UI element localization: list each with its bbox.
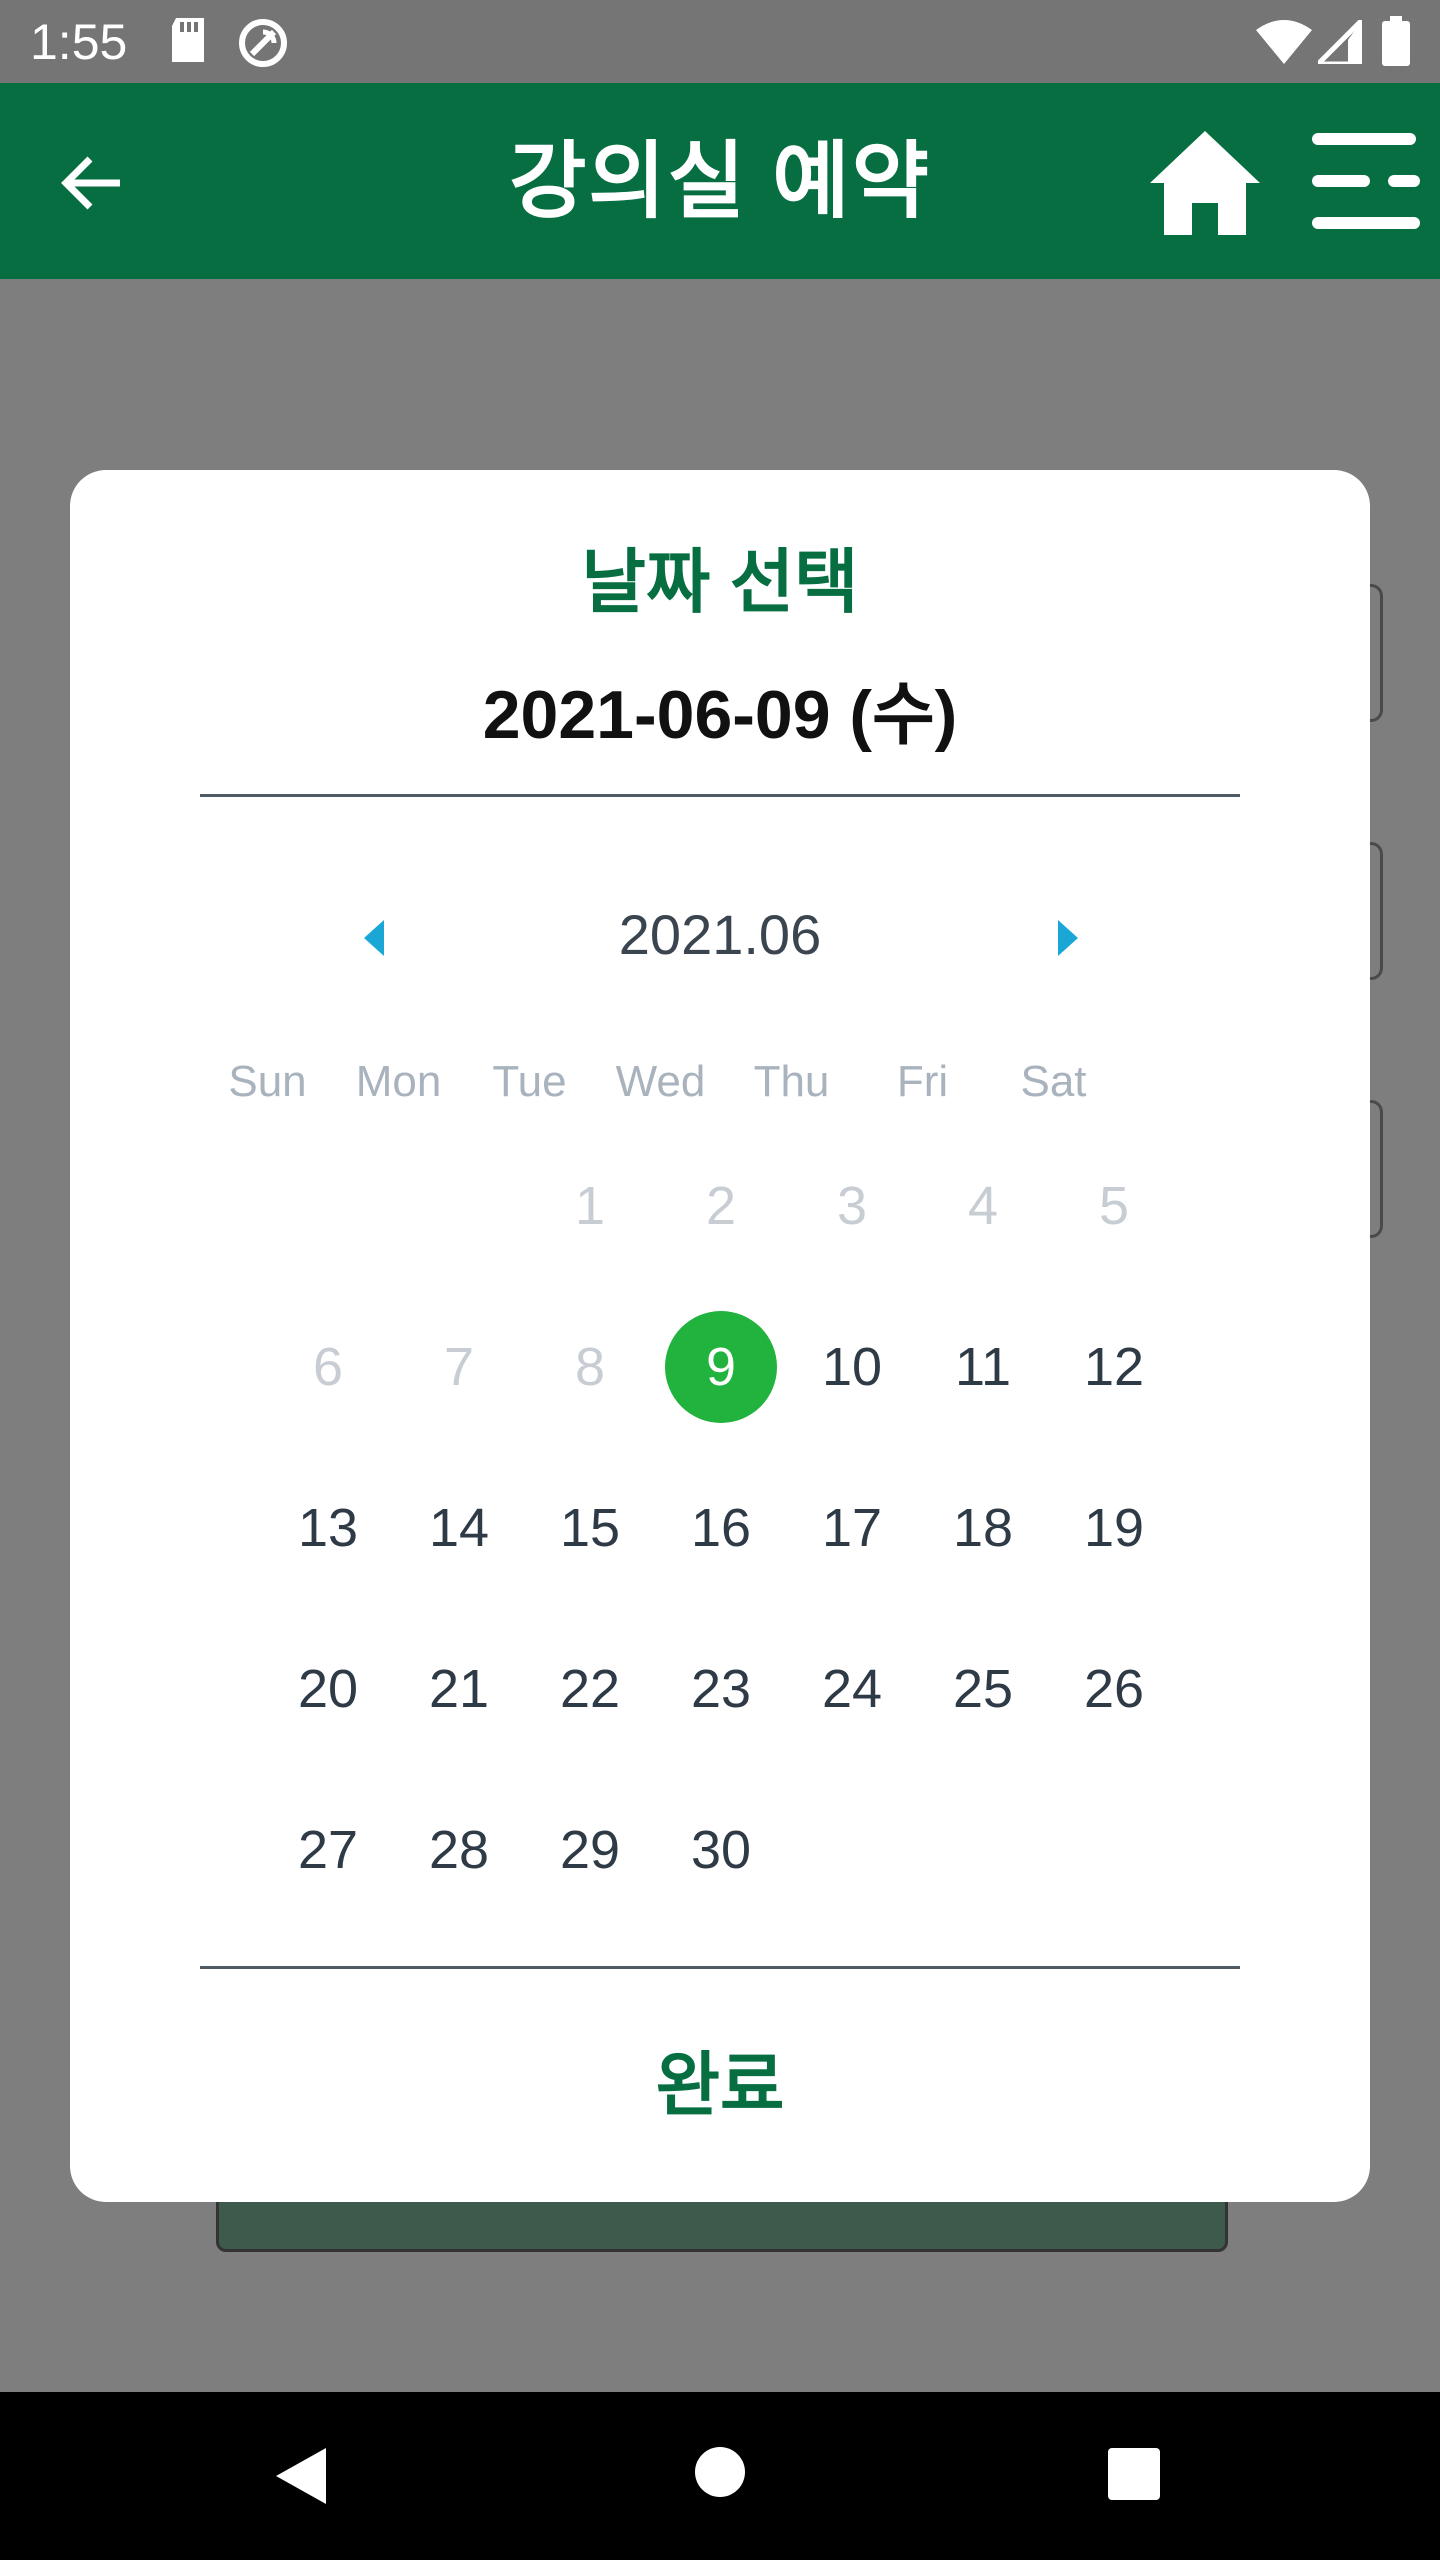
- calendar-day[interactable]: 13: [272, 1472, 384, 1584]
- weekday-label: Sun: [228, 1057, 307, 1106]
- calendar-day[interactable]: 30: [665, 1794, 777, 1906]
- next-month-icon[interactable]: [1058, 920, 1078, 956]
- calendar-day[interactable]: 10: [796, 1311, 908, 1423]
- weekday-label: Fri: [896, 1057, 949, 1106]
- calendar-day: 2: [705, 1176, 737, 1236]
- battery-icon: [1382, 16, 1410, 66]
- calendar-day[interactable]: 23: [665, 1633, 777, 1745]
- back-nav-icon[interactable]: [272, 2446, 328, 2506]
- calendar-day[interactable]: 14: [403, 1472, 515, 1584]
- calendar-day[interactable]: 19: [1058, 1472, 1170, 1584]
- calendar-day[interactable]: 18: [927, 1472, 1039, 1584]
- calendar-day: 5: [1098, 1176, 1130, 1236]
- calendar-day: 8: [574, 1337, 606, 1397]
- calendar-day[interactable]: 17: [796, 1472, 908, 1584]
- selected-date-display: 2021-06-09 (수): [482, 677, 958, 753]
- weekday-label: Wed: [615, 1057, 706, 1106]
- sd-card-icon: [172, 18, 204, 62]
- calendar-day: 7: [443, 1337, 475, 1397]
- calendar-day: 4: [967, 1176, 999, 1236]
- calendar-day: 6: [312, 1337, 344, 1397]
- weekday-label: Thu: [753, 1057, 830, 1106]
- calendar-day[interactable]: 24: [796, 1633, 908, 1745]
- cellular-signal-icon: [1318, 20, 1362, 64]
- calendar-day[interactable]: 25: [927, 1633, 1039, 1745]
- weekday-header: Sun Mon Tue Wed Thu Fri Sat: [202, 1042, 1252, 1122]
- home-nav-icon[interactable]: [694, 2446, 746, 2498]
- system-nav-bar: [0, 2392, 1440, 2560]
- month-label: 2021.06: [618, 903, 822, 966]
- calendar-day[interactable]: 21: [403, 1633, 515, 1745]
- weekday-label: Sat: [1020, 1057, 1087, 1106]
- data-saver-icon: [239, 19, 287, 67]
- calendar-day: 3: [836, 1176, 868, 1236]
- calendar-day[interactable]: 12: [1058, 1311, 1170, 1423]
- recents-nav-icon[interactable]: [1108, 2448, 1160, 2500]
- calendar-day[interactable]: 26: [1058, 1633, 1170, 1745]
- date-picker-dialog: 날짜 선택 2021-06-09 (수) 2021.06 Sun Mon Tue…: [70, 470, 1370, 2202]
- home-icon[interactable]: [1148, 125, 1262, 239]
- app-bar: 강의실 예약: [0, 83, 1440, 279]
- status-bar: 1:55: [0, 0, 1440, 83]
- calendar-day[interactable]: 15: [534, 1472, 646, 1584]
- menu-icon[interactable]: [1308, 129, 1424, 233]
- weekday-label: Mon: [355, 1057, 442, 1106]
- calendar-day[interactable]: 28: [403, 1794, 515, 1906]
- calendar-day[interactable]: 22: [534, 1633, 646, 1745]
- month-navigation: 2021.06: [70, 890, 1370, 980]
- calendar-day[interactable]: 11: [927, 1311, 1039, 1423]
- calendar-day: 1: [574, 1176, 606, 1236]
- calendar-day[interactable]: 29: [534, 1794, 646, 1906]
- done-button[interactable]: 완료: [570, 2030, 870, 2140]
- wifi-icon: [1256, 20, 1312, 64]
- dialog-title: 날짜 선택: [581, 543, 859, 621]
- divider: [200, 794, 1240, 797]
- divider: [200, 1966, 1240, 1969]
- calendar-day[interactable]: 20: [272, 1633, 384, 1745]
- status-time: 1:55: [30, 14, 128, 70]
- calendar-day-selected[interactable]: 9: [665, 1311, 777, 1423]
- calendar-day[interactable]: 27: [272, 1794, 384, 1906]
- weekday-label: Tue: [492, 1057, 567, 1106]
- calendar-day[interactable]: 16: [665, 1472, 777, 1584]
